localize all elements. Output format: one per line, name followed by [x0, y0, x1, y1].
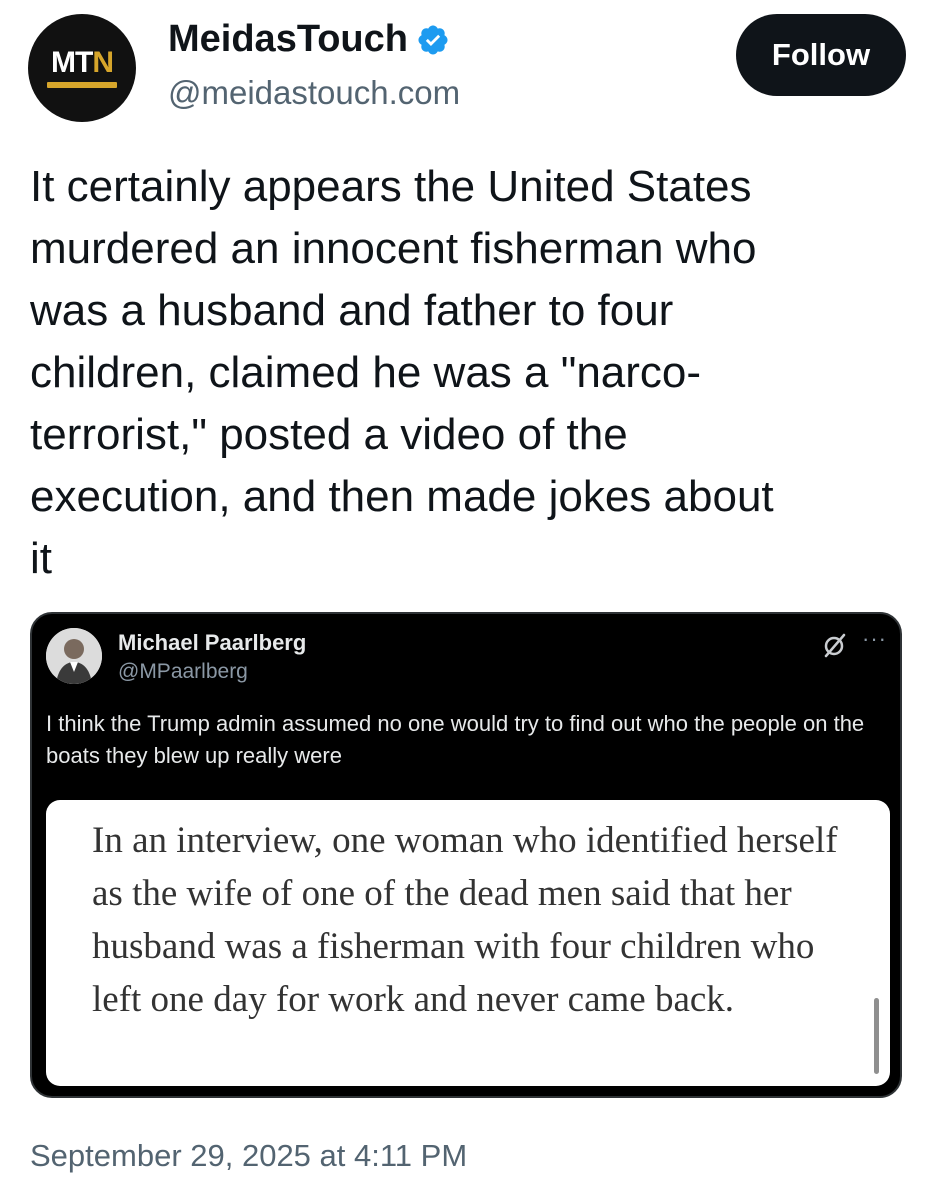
quoted-post-card[interactable]: Michael Paarlberg @MPaarlberg ··· I thin…	[30, 612, 902, 1098]
author-name-row: MeidasTouch	[168, 18, 450, 61]
post-timestamp[interactable]: September 29, 2025 at 4:11 PM	[30, 1138, 467, 1174]
quoted-author-handle[interactable]: @MPaarlberg	[118, 660, 248, 684]
post-text: It certainly appears the United States m…	[30, 162, 774, 583]
avatar-logo-bar	[47, 82, 117, 88]
person-avatar-icon	[46, 628, 102, 684]
avatar-logo-text: MTN	[51, 46, 114, 79]
author-handle[interactable]: @meidastouch.com	[168, 74, 460, 112]
quoted-post-text: I think the Trump admin assumed no one w…	[46, 711, 865, 768]
author-avatar[interactable]: MTN	[28, 14, 136, 122]
author-display-name[interactable]: MeidasTouch	[168, 18, 408, 61]
post-header: MTN MeidasTouch @meidastouch.com Follow	[0, 0, 929, 130]
follow-button[interactable]: Follow	[736, 14, 906, 96]
quoted-post-image[interactable]: In an interview, one woman who identifie…	[46, 800, 890, 1086]
more-options-icon[interactable]: ···	[862, 626, 887, 652]
quoted-image-text: In an interview, one woman who identifie…	[92, 820, 838, 1020]
quoted-author-name[interactable]: Michael Paarlberg	[118, 630, 306, 656]
quoted-author-avatar[interactable]	[46, 628, 102, 684]
image-scrollbar[interactable]	[874, 998, 879, 1074]
verified-badge-icon	[418, 24, 448, 55]
grok-icon[interactable]	[820, 630, 850, 660]
